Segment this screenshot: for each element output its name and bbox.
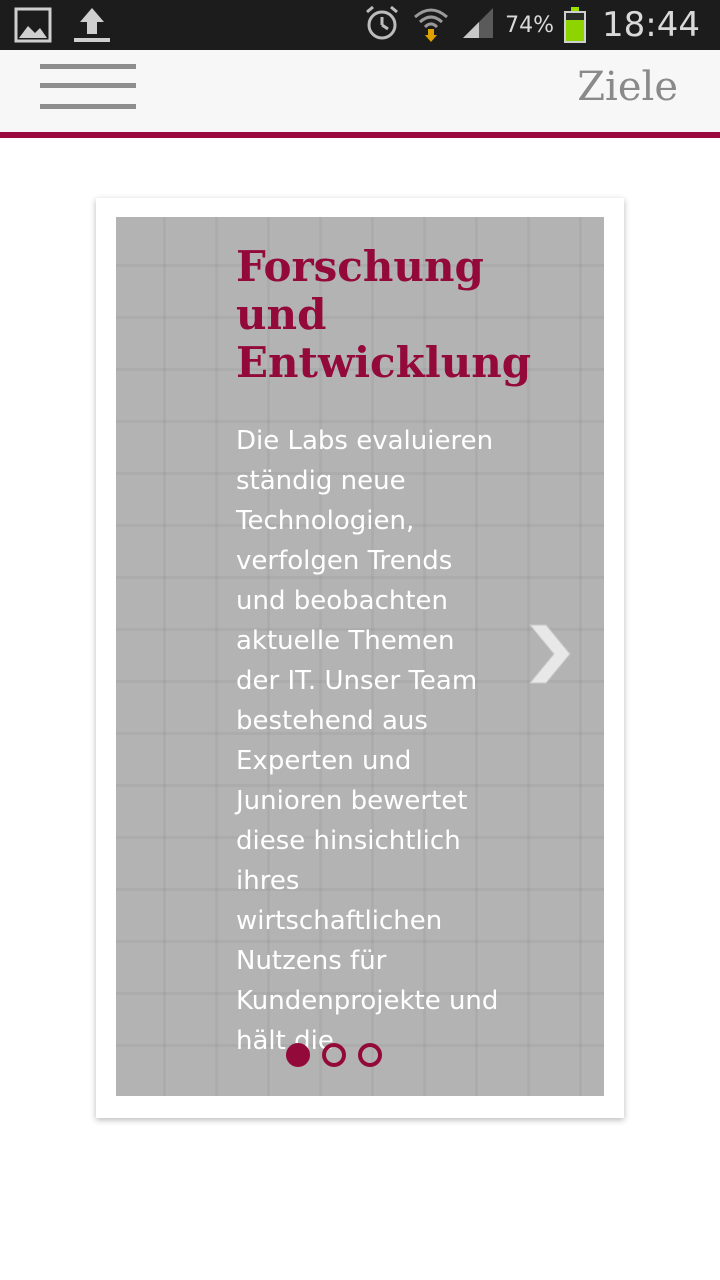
page-title: Ziele — [577, 64, 678, 110]
clock: 18:44 — [602, 5, 700, 45]
signal-icon — [461, 6, 495, 44]
slide-text: Die Labs evaluieren ständig neue Technol… — [236, 426, 499, 1056]
carousel-pagination — [286, 1043, 382, 1067]
pagination-dot[interactable] — [358, 1043, 382, 1067]
status-bar: 74% 18:44 — [0, 0, 720, 50]
carousel-slide[interactable]: Forschung und Entwicklung Die Labs evalu… — [116, 217, 604, 1096]
battery-icon — [564, 7, 587, 43]
alarm-icon — [363, 4, 401, 46]
gallery-icon — [14, 6, 52, 48]
app-bar: Ziele — [0, 50, 720, 132]
app-bar-divider — [0, 132, 720, 138]
upload-icon — [72, 6, 112, 48]
chevron-right-icon[interactable] — [524, 619, 576, 689]
slide-title: Forschung und Entwicklung — [236, 242, 532, 387]
hamburger-menu-icon[interactable] — [40, 64, 136, 118]
pagination-dot[interactable] — [286, 1043, 310, 1067]
battery-percent: 74% — [505, 12, 555, 38]
pagination-dot[interactable] — [322, 1043, 346, 1067]
wifi-icon — [411, 3, 451, 47]
content-card: Forschung und Entwicklung Die Labs evalu… — [96, 198, 624, 1118]
